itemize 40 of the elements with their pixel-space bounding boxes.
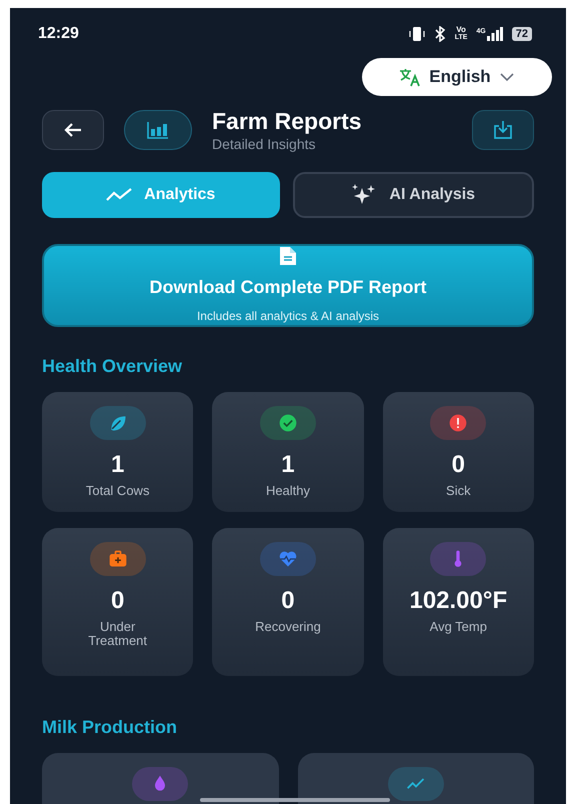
page-title: Farm Reports: [212, 107, 363, 135]
vibrate-icon: [408, 26, 425, 42]
section-heading: Health Overview: [41, 355, 184, 378]
signal-icon: [486, 27, 503, 41]
sparkles-icon: [351, 184, 378, 206]
stat-value: 0: [450, 452, 466, 478]
stat-value: 0: [280, 588, 296, 614]
page-subtitle: Detailed Insights: [212, 135, 317, 153]
stat-label: Sick: [445, 484, 472, 498]
pdf-report-title: Download Complete PDF Report: [149, 276, 426, 299]
translate-icon: [399, 67, 422, 87]
download-icon: [492, 120, 514, 140]
stat-label: Recovering: [254, 620, 322, 634]
heart-pulse-icon: [278, 549, 298, 569]
stat-label: Avg Temp: [428, 620, 488, 634]
back-button[interactable]: [42, 110, 104, 150]
chevron-down-icon: [498, 72, 515, 82]
back-arrow-icon: [63, 122, 83, 138]
section-heading: Milk Production: [41, 716, 178, 739]
bar-chart-icon: [147, 121, 169, 139]
status-time: 12:29: [38, 24, 79, 44]
stat-label: Healthy: [264, 484, 312, 498]
stat-value: 1: [280, 452, 296, 478]
tab[interactable]: AI Analysis: [292, 172, 534, 218]
language-selector[interactable]: English: [362, 58, 552, 96]
pdf-report-subtitle: Includes all analytics & AI analysis: [196, 308, 380, 325]
alert-icon: [448, 413, 468, 433]
medical-kit-icon: [108, 549, 128, 569]
volte-label: Vo: [456, 26, 466, 34]
stat-value: 102.00°F: [408, 588, 508, 614]
battery-indicator: 72: [512, 27, 532, 41]
stat-label: Total Cows: [84, 484, 150, 498]
stat-value: 1: [110, 452, 126, 478]
stat-value: 0: [110, 588, 126, 614]
stat-label: Under Treatment: [87, 620, 148, 648]
download-button[interactable]: [472, 110, 534, 150]
trend-icon: [106, 188, 132, 202]
check-icon: [278, 413, 298, 433]
bluetooth-icon: [434, 26, 446, 42]
document-icon: [279, 246, 297, 266]
